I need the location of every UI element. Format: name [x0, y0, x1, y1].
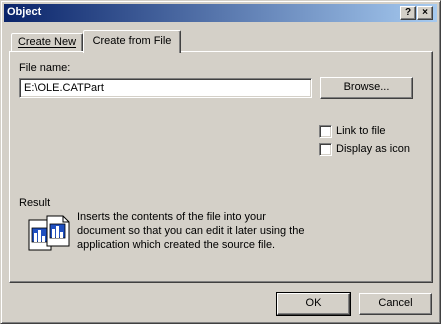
object-dialog: Object ? × Create New Create from File F…: [0, 0, 441, 324]
close-button[interactable]: ×: [417, 6, 433, 20]
result-label: Result: [19, 197, 51, 209]
close-icon: ×: [422, 7, 428, 18]
result-description-line-3: application which created the source fil…: [77, 239, 276, 251]
file-name-label: File name:: [19, 62, 71, 74]
ok-button-label: OK: [305, 297, 322, 309]
tab-create-new[interactable]: Create New: [11, 33, 83, 53]
result-description-line-2: document so that you can edit it later u…: [77, 225, 305, 237]
link-to-file-checkbox[interactable]: [319, 125, 332, 138]
embed-document-icon: [27, 214, 71, 254]
display-as-icon-label[interactable]: Display as icon: [336, 143, 410, 155]
file-name-input[interactable]: E:\OLE.CATPart: [19, 78, 312, 98]
display-as-icon-checkbox[interactable]: [319, 143, 332, 156]
cancel-button[interactable]: Cancel: [359, 293, 432, 315]
link-to-file-label[interactable]: Link to file: [336, 125, 386, 137]
tab-create-from-file-label: Create from File: [92, 35, 172, 47]
ok-button[interactable]: OK: [276, 292, 351, 316]
browse-button[interactable]: Browse...: [320, 77, 413, 99]
help-icon: ?: [404, 7, 412, 18]
browse-button-label: Browse...: [343, 81, 390, 93]
cancel-button-label: Cancel: [378, 297, 413, 309]
tab-create-new-label: Create New: [17, 36, 77, 48]
help-button[interactable]: ?: [400, 6, 416, 20]
tab-create-from-file[interactable]: Create from File: [83, 30, 181, 53]
title-bar[interactable]: Object ? ×: [4, 4, 437, 22]
window-title: Object: [7, 6, 42, 18]
result-description-line-1: Inserts the contents of the file into yo…: [77, 211, 266, 223]
